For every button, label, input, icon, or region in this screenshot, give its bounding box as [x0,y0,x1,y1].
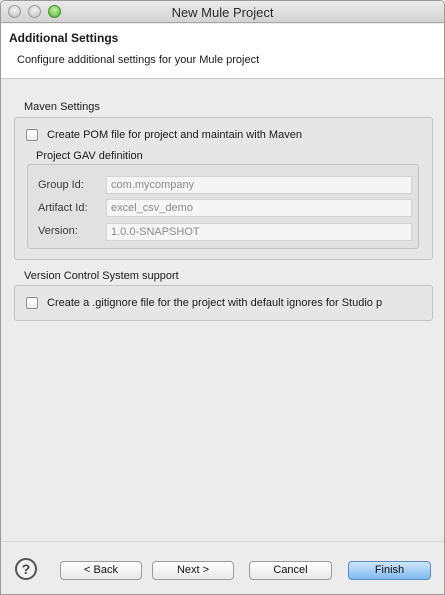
page-subtitle: Configure additional settings for your M… [17,54,260,66]
new-mule-project-dialog: New Mule Project Additional Settings Con… [0,0,445,595]
vcs-support-label: Version Control System support [24,270,179,282]
artifact-id-field[interactable] [106,199,412,217]
project-gav-label: Project GAV definition [36,150,143,162]
title-bar: New Mule Project [1,1,444,23]
page-title: Additional Settings [9,31,119,45]
back-button[interactable]: < Back [60,561,142,580]
version-label: Version: [38,225,78,237]
header-banner: Additional Settings Configure additional… [1,24,444,79]
gitignore-label[interactable]: Create a .gitignore file for the project… [47,297,382,309]
vcs-support-group: Create a .gitignore file for the project… [14,285,433,321]
group-id-field[interactable] [106,176,412,194]
create-pom-checkbox[interactable] [26,129,38,141]
settings-content: Maven Settings Create POM file for proje… [1,80,444,541]
create-pom-row[interactable]: Create POM file for project and maintain… [26,127,302,143]
finish-button[interactable]: Finish [348,561,431,580]
group-id-label: Group Id: [38,179,84,191]
help-icon[interactable]: ? [15,558,37,580]
next-button[interactable]: Next > [152,561,234,580]
cancel-button[interactable]: Cancel [249,561,332,580]
create-pom-label[interactable]: Create POM file for project and maintain… [47,129,302,141]
maven-settings-label: Maven Settings [24,101,100,113]
artifact-id-label: Artifact Id: [38,202,88,214]
maven-settings-group: Create POM file for project and maintain… [14,117,433,260]
project-gav-group: Group Id: Artifact Id: Version: [27,164,419,249]
gitignore-checkbox[interactable] [26,297,38,309]
version-field[interactable] [106,223,412,241]
button-bar: ? < Back Next > Cancel Finish [1,541,444,594]
window-title: New Mule Project [171,5,274,20]
gitignore-row[interactable]: Create a .gitignore file for the project… [26,295,382,311]
